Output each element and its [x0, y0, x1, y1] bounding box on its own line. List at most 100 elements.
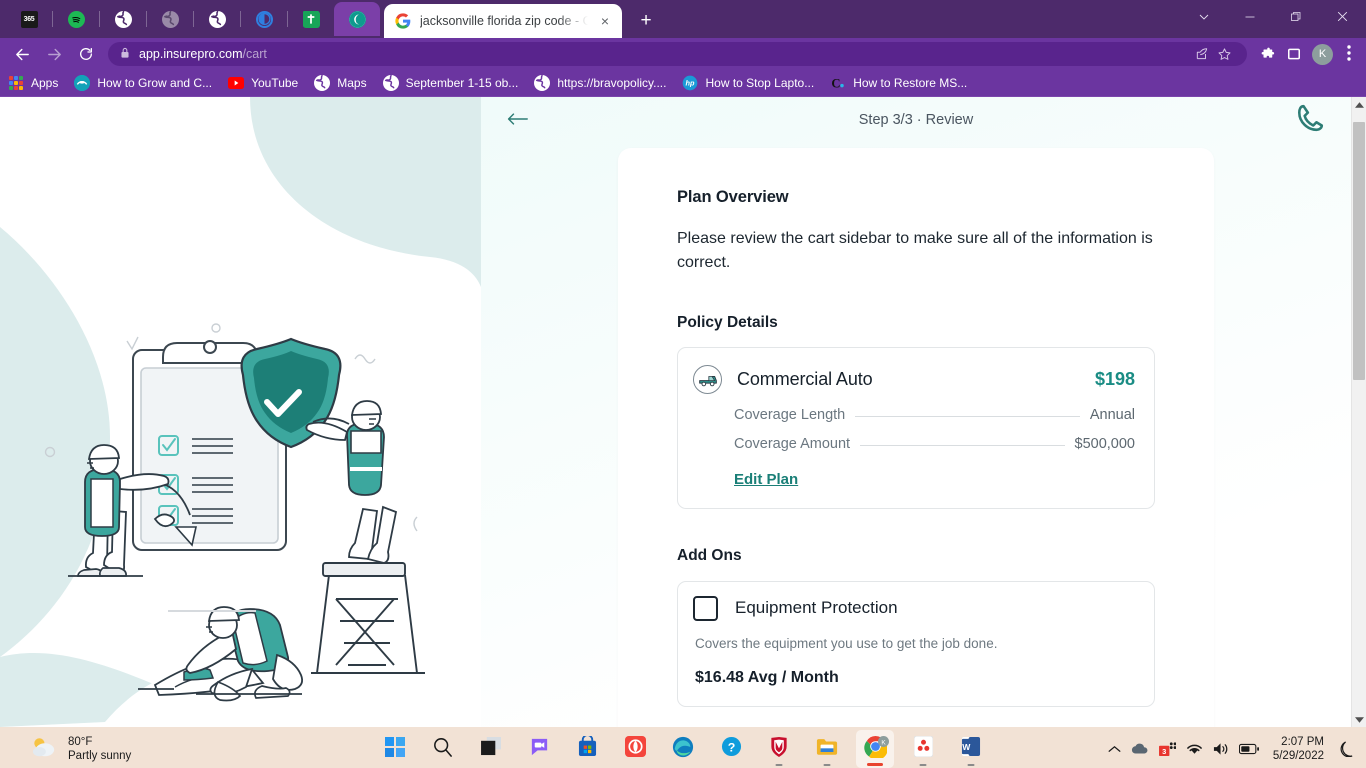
phone-icon[interactable] — [1295, 103, 1325, 138]
bookmark-how-to-restore-ms[interactable]: C How to Restore MS... — [830, 75, 968, 91]
star-icon[interactable] — [1213, 43, 1235, 65]
microsoft-store-button[interactable] — [568, 730, 606, 768]
checkout-panel: Step 3/3 · Review Plan Overview Please r… — [481, 97, 1351, 727]
pinned-tab-ring[interactable] — [241, 2, 287, 36]
page-scrollbar[interactable] — [1351, 97, 1366, 727]
ring-icon — [255, 10, 273, 28]
bookmark-label: How to Restore MS... — [853, 76, 968, 90]
page-content: Step 3/3 · Review Plan Overview Please r… — [0, 97, 1351, 727]
reload-button-icon[interactable] — [72, 40, 100, 68]
mcafee-button[interactable] — [760, 730, 798, 768]
pinned-tab-globe-2[interactable] — [147, 2, 193, 36]
file-explorer-button[interactable] — [808, 730, 846, 768]
extensions-icon[interactable] — [1255, 41, 1281, 67]
addon-name: Equipment Protection — [735, 598, 898, 618]
help-support-button[interactable]: ? — [712, 730, 750, 768]
sidepanel-icon[interactable] — [1281, 41, 1307, 67]
pinned-tab-office365[interactable]: 365 — [6, 2, 52, 36]
red-app-button[interactable] — [616, 730, 654, 768]
globe-icon — [114, 10, 132, 28]
tab-title: jacksonville florida zip code - Go — [420, 14, 588, 28]
bookmark-bravopolicy[interactable]: https://bravopolicy.... — [534, 75, 666, 91]
address-bar[interactable]: app.insurepro.com/cart — [108, 42, 1247, 66]
scroll-down-arrow[interactable] — [1352, 712, 1366, 727]
minimize-button[interactable] — [1227, 0, 1273, 33]
addon-card-equipment-protection: Equipment Protection Covers the equipmen… — [677, 580, 1155, 707]
task-view-button[interactable] — [472, 730, 510, 768]
policy-row-coverage-amount: Coverage Amount $500,000 — [693, 436, 1135, 452]
bookmark-label: How to Grow and C... — [97, 76, 213, 90]
new-tab-button[interactable]: + — [632, 7, 660, 35]
tab-strip: 365 jacksonville florida zip code - Go ×… — [0, 0, 1366, 38]
pinned-tab-insurepro[interactable] — [334, 2, 380, 36]
updates-icon[interactable]: 3 — [1158, 741, 1176, 757]
bookmark-how-to-stop-laptop[interactable]: hp How to Stop Lapto... — [682, 75, 814, 91]
wifi-icon[interactable] — [1186, 742, 1203, 756]
word-icon: W — [961, 736, 981, 762]
bookmark-maps[interactable]: Maps — [314, 75, 367, 91]
browser-tab-active[interactable]: jacksonville florida zip code - Go × — [384, 4, 622, 38]
c-icon: C — [830, 75, 846, 91]
clock[interactable]: 2:07 PM 5/29/2022 — [1273, 735, 1324, 764]
pinned-tab-globe-1[interactable] — [100, 2, 146, 36]
share-icon[interactable] — [1191, 43, 1213, 65]
volume-icon[interactable] — [1213, 742, 1229, 756]
google-chrome-button[interactable]: K — [856, 730, 894, 768]
folder-icon — [816, 737, 838, 761]
tab-search-button[interactable] — [1181, 0, 1227, 33]
weather-widget[interactable]: 80°F Partly sunny — [0, 735, 131, 764]
row-leader — [855, 416, 1080, 418]
system-tray: 3 2:07 PM 5/29/2022 — [1108, 735, 1366, 764]
solitaire-button[interactable] — [904, 730, 942, 768]
policy-header: Commercial Auto $198 — [693, 364, 1135, 394]
microsoft-edge-button[interactable] — [664, 730, 702, 768]
close-icon[interactable]: × — [596, 12, 614, 30]
pinned-tab-spotify[interactable] — [53, 2, 99, 36]
google-icon — [395, 13, 411, 29]
bookmark-label: Apps — [31, 76, 59, 90]
back-step-button[interactable] — [507, 110, 533, 130]
microsoft-word-button[interactable]: W — [952, 730, 990, 768]
start-button[interactable] — [376, 730, 414, 768]
back-button-icon[interactable] — [8, 40, 36, 68]
commercial-auto-icon — [693, 364, 722, 394]
bookmark-how-to-grow[interactable]: How to Grow and C... — [74, 75, 212, 91]
close-window-button[interactable] — [1319, 0, 1366, 33]
bookmark-september-obits[interactable]: September 1-15 ob... — [382, 75, 518, 91]
scrollbar-thumb[interactable] — [1353, 122, 1365, 380]
maximize-button[interactable] — [1273, 0, 1319, 33]
equipment-protection-checkbox[interactable] — [693, 595, 718, 621]
scroll-up-arrow[interactable] — [1352, 97, 1366, 112]
browser-window: 365 jacksonville florida zip code - Go ×… — [0, 0, 1366, 768]
pinned-tab-globe-3[interactable] — [194, 2, 240, 36]
pinned-tab-sheets[interactable] — [288, 2, 334, 36]
navigation-toolbar: app.insurepro.com/cart K — [0, 38, 1366, 70]
bookmark-label: YouTube — [251, 76, 299, 90]
edit-plan-link[interactable]: Edit Plan — [734, 471, 798, 488]
google-sheets-icon — [302, 10, 320, 28]
globe-icon — [382, 75, 399, 91]
solitaire-icon — [913, 735, 933, 762]
cloud-icon[interactable] — [1131, 742, 1149, 756]
spotify-icon — [67, 10, 85, 28]
bookmark-label: How to Stop Lapto... — [705, 76, 815, 90]
battery-icon[interactable] — [1238, 743, 1259, 755]
profile-avatar[interactable]: K — [1312, 43, 1333, 65]
bookmark-youtube[interactable]: YouTube — [228, 75, 298, 91]
weather-text: 80°F Partly sunny — [68, 735, 131, 764]
bookmark-apps[interactable]: Apps — [8, 75, 58, 91]
kebab-menu-icon[interactable] — [1338, 45, 1360, 63]
pinned-tabs: 365 — [6, 0, 380, 38]
edge-icon — [672, 736, 694, 763]
teal-circle-icon — [74, 75, 91, 91]
search-button[interactable] — [424, 730, 462, 768]
show-hidden-icons-chevron[interactable] — [1108, 745, 1121, 753]
forward-button-icon[interactable] — [40, 40, 68, 68]
hp-icon: hp — [682, 75, 698, 91]
partly-sunny-icon — [30, 735, 58, 764]
chat-button[interactable] — [520, 730, 558, 768]
policy-details-heading: Policy Details — [677, 313, 778, 331]
plan-overview-heading: Plan Overview — [677, 188, 789, 206]
moon-icon[interactable] — [1340, 741, 1354, 757]
red-app-icon — [624, 736, 646, 762]
